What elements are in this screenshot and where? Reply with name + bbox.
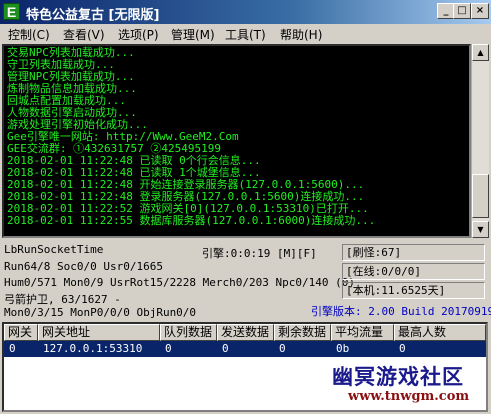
guard-stats: 弓箭护卫, 63/1627 - [4,293,121,306]
col-header-address[interactable]: 网关地址 [38,324,160,341]
menu-view[interactable]: 查看(V) [63,26,105,43]
cell-queue: 0 [165,342,172,355]
engine-runtime: 引擎:0:0:19 [M][F] [202,247,317,260]
menu-bar: 控制(C) 查看(V) 选项(P) 管理(M) 工具(T) 帮助(H) [0,24,491,44]
col-header-max-users[interactable]: 最高人数 [394,324,486,341]
refresh-monster-panel: [刷怪:67] [342,244,485,261]
col-header-queue[interactable]: 队列数据 [160,324,217,341]
watermark-logo: 幽冥游戏社区 [332,364,464,389]
log-scrollbar[interactable]: ▲ ▼ [471,44,489,238]
menu-manage[interactable]: 管理(M) [171,26,215,43]
scroll-thumb[interactable] [472,174,489,218]
maximize-button[interactable]: □ [453,3,471,19]
col-header-gateway[interactable]: 网关 [4,324,38,341]
cell-address: 127.0.0.1:53310 [43,342,143,355]
local-uptime-panel: [本机:11.6525天] [342,282,485,299]
online-panel: [在线:0/0/0] [342,263,485,280]
menu-control[interactable]: 控制(C) [8,26,50,43]
run-stats: Run64/8 Soc0/0 Usr0/1665 [4,260,163,273]
cell-gateway: 0 [9,342,16,355]
scroll-up-icon[interactable]: ▲ [472,44,489,61]
engine-version: 引擎版本: 2.00 Build 20170919 [311,305,491,318]
title-bar[interactable]: E 特色公益复古 [无限版] _ □ × [0,0,491,24]
log-output[interactable]: 交易NPC列表加载成功... 守卫列表加载成功... 管理NPC列表加载成功..… [2,44,471,238]
scroll-down-icon[interactable]: ▼ [472,221,489,238]
menu-help[interactable]: 帮助(H) [280,26,322,43]
col-header-remaining[interactable]: 剩余数据 [274,324,331,341]
log-line: 2018-02-01 11:22:55 数据库服务器(127.0.0.1:600… [7,214,376,227]
menu-tools[interactable]: 工具(T) [225,26,266,43]
socket-time-label: LbRunSocketTime [4,243,104,256]
cell-max-users: 0 [399,342,406,355]
col-header-sent[interactable]: 发送数据 [217,324,274,341]
close-button[interactable]: × [471,3,489,19]
menu-options[interactable]: 选项(P) [118,26,159,43]
watermark-url: www.tnwgm.com [348,389,470,404]
window-title: 特色公益复古 [无限版] [26,8,160,23]
col-header-avg-traffic[interactable]: 平均流量 [331,324,394,341]
cell-sent: 0 [222,342,229,355]
cell-avg-traffic: 0b [336,342,350,355]
cell-remaining: 0 [279,342,286,355]
mon-stats: Mon0/3/15 MonP0/0/0 ObjRun0/0 [4,306,197,319]
hum-stats: Hum0/571 Mon0/9 UsrRot15/2228 Merch0/203… [4,276,355,289]
app-icon: E [3,3,20,20]
